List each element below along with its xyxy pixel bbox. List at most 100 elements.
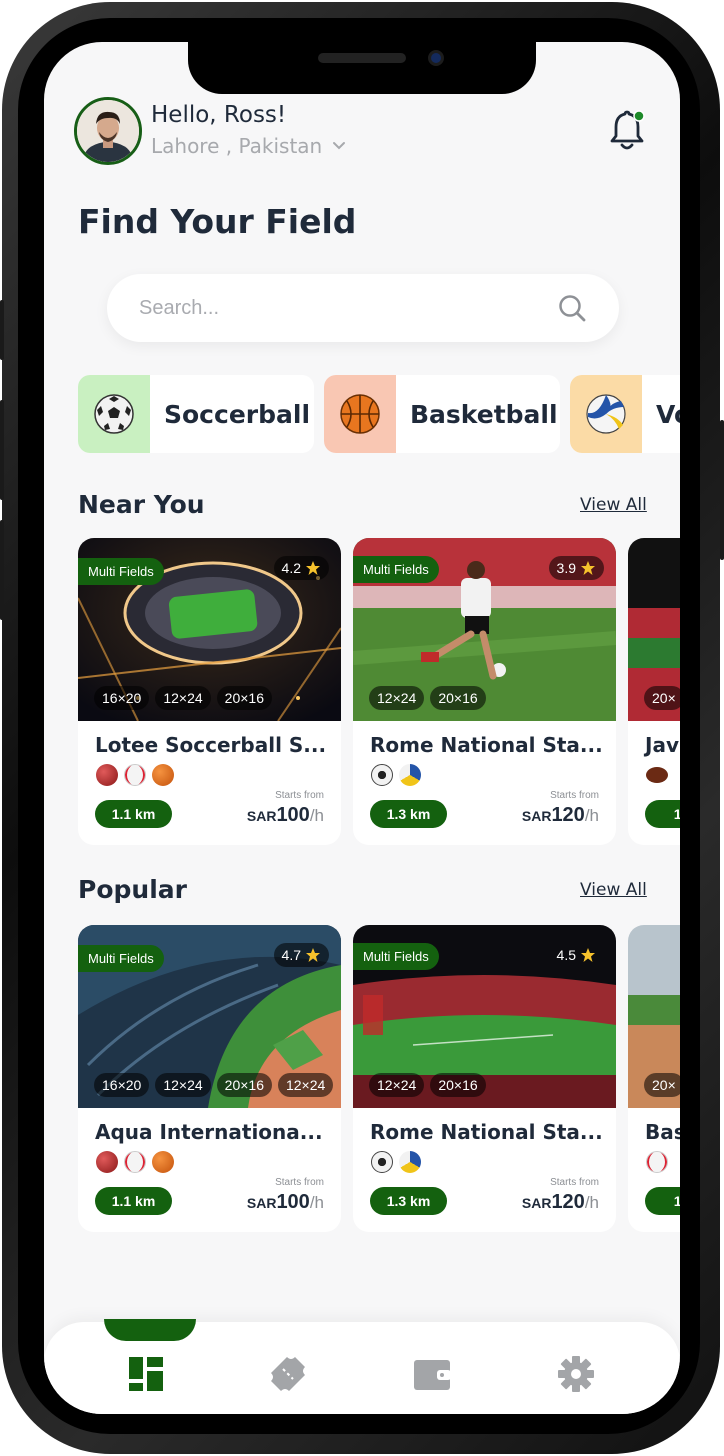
multi-fields-badge: Multi Fields	[78, 945, 164, 972]
rating-value: 4.7	[281, 947, 301, 963]
notification-button[interactable]	[608, 110, 646, 152]
search-input[interactable]	[139, 274, 539, 342]
field-size-list: 16×20 12×24 20×16 12×24	[94, 1073, 334, 1097]
active-tab-indicator	[104, 1319, 196, 1341]
field-card[interactable]: Multi Fields 4.7 16×20 12×24 20×16 12×24…	[78, 925, 341, 1232]
field-card[interactable]: 20× Bas 1.9	[628, 925, 680, 1232]
field-size-chip: 20×16	[430, 686, 486, 710]
multi-fields-badge: Multi Fields	[353, 556, 439, 583]
rating-value: 3.9	[556, 560, 576, 576]
currency: SAR	[521, 808, 552, 824]
front-camera	[428, 50, 444, 66]
rating-badge: 4.7	[273, 943, 329, 967]
nav-home[interactable]	[126, 1354, 166, 1394]
bell-icon	[610, 110, 645, 150]
star-icon	[306, 561, 320, 575]
price-unit: /h	[309, 1193, 324, 1212]
search-bar	[107, 274, 619, 342]
price-value: 100	[276, 1191, 310, 1213]
field-size-chip: 12×24	[277, 1073, 334, 1097]
sport-icons	[371, 1151, 421, 1173]
baseball-icon	[124, 1151, 146, 1173]
price-value: 120	[551, 1191, 585, 1213]
starts-from-label: Starts from	[550, 1177, 599, 1188]
volleyball-icon	[399, 1151, 421, 1173]
nav-bookings[interactable]	[268, 1354, 308, 1394]
baseball-icon	[124, 764, 146, 786]
notch	[188, 42, 536, 94]
field-name: Lotee Soccerball S...	[95, 733, 327, 757]
category-label: Volleyball	[656, 399, 680, 429]
rating-badge: 4.2	[273, 556, 329, 580]
star-icon	[581, 561, 595, 575]
distance-badge: 1.9	[645, 800, 680, 828]
popular-list: Multi Fields 4.7 16×20 12×24 20×16 12×24…	[78, 925, 680, 1232]
bottom-navigation	[44, 1319, 680, 1414]
currency: SAR	[246, 1195, 277, 1211]
starts-from-label: Starts from	[275, 790, 324, 801]
rating-badge: 3.9	[548, 556, 604, 580]
field-size-chip: 20×	[644, 686, 680, 710]
field-size-chip: 12×24	[369, 686, 425, 710]
category-basketball[interactable]: Basketball	[324, 375, 560, 453]
field-size-list: 12×24 20×16	[369, 686, 486, 710]
nav-wallet[interactable]	[412, 1354, 452, 1394]
star-icon	[306, 948, 320, 962]
basketball-icon	[152, 1151, 174, 1173]
field-size-chip: 12×24	[155, 1073, 211, 1097]
category-label: Soccerball	[164, 399, 311, 429]
view-all-popular-link[interactable]: View All	[580, 880, 647, 900]
view-all-near-you-link[interactable]: View All	[580, 495, 647, 515]
price-value: 100	[276, 804, 310, 826]
rating-badge: 4.5	[549, 943, 604, 967]
field-size-list: 16×20 12×24 20×16	[94, 686, 272, 710]
distance-badge: 1.1 km	[95, 1187, 172, 1215]
baseball-icon	[646, 1151, 668, 1173]
power-button	[720, 420, 724, 560]
sport-icons	[96, 1151, 174, 1173]
volleyball-icon	[399, 764, 421, 786]
field-card[interactable]: 20× Jav 1.9	[628, 538, 680, 845]
distance-badge: 1.1 km	[95, 800, 172, 828]
mute-switch	[0, 300, 4, 360]
speaker	[318, 53, 406, 63]
location-selector[interactable]: Lahore , Pakistan	[151, 134, 346, 158]
sport-icons	[646, 764, 668, 783]
settings-icon	[558, 1356, 594, 1392]
field-name: Jav	[645, 733, 679, 757]
field-card[interactable]: Multi Fields 4.2 16×20 12×24 20×16 Lotee…	[78, 538, 341, 845]
avatar[interactable]	[74, 97, 142, 165]
price-unit: /h	[584, 806, 599, 825]
basketball-icon	[152, 764, 174, 786]
price: SAR100/h	[247, 804, 324, 827]
category-soccerball[interactable]: Soccerball	[78, 375, 314, 453]
section-title-popular: Popular	[78, 875, 187, 904]
field-name: Aqua Internationa...	[95, 1120, 323, 1144]
field-name: Rome National Sta...	[370, 1120, 603, 1144]
search-icon[interactable]	[557, 293, 587, 323]
nav-settings[interactable]	[556, 1354, 596, 1394]
field-name: Bas	[645, 1120, 680, 1144]
field-size-chip: 20×	[644, 1073, 680, 1097]
soccer-ball-icon	[94, 394, 134, 434]
field-name: Rome National Sta...	[370, 733, 603, 757]
basketball-icon	[340, 394, 380, 434]
price: SAR120/h	[522, 1191, 599, 1214]
distance-badge: 1.3 km	[370, 1187, 447, 1215]
currency: SAR	[521, 1195, 552, 1211]
field-size-list: 20×	[644, 1073, 680, 1097]
field-card[interactable]: Multi Fields 3.9 12×24 20×16 Rome Nation…	[353, 538, 616, 845]
field-size-chip: 20×16	[216, 1073, 272, 1097]
category-label: Basketball	[410, 399, 558, 429]
sport-icons	[371, 764, 421, 786]
field-size-list: 12×24 20×16	[369, 1073, 486, 1097]
price-unit: /h	[309, 806, 324, 825]
field-card[interactable]: Multi Fields 4.5 12×24 20×16 Rome Nation…	[353, 925, 616, 1232]
near-you-list: Multi Fields 4.2 16×20 12×24 20×16 Lotee…	[78, 538, 680, 845]
app-screen: Hello, Ross! Lahore , Pakistan Find Your…	[44, 42, 680, 1414]
field-size-chip: 12×24	[155, 686, 211, 710]
sport-icons	[646, 1151, 668, 1173]
category-icon-box	[324, 375, 396, 453]
price-unit: /h	[584, 1193, 599, 1212]
category-volleyball[interactable]: Volleyball	[570, 375, 680, 453]
